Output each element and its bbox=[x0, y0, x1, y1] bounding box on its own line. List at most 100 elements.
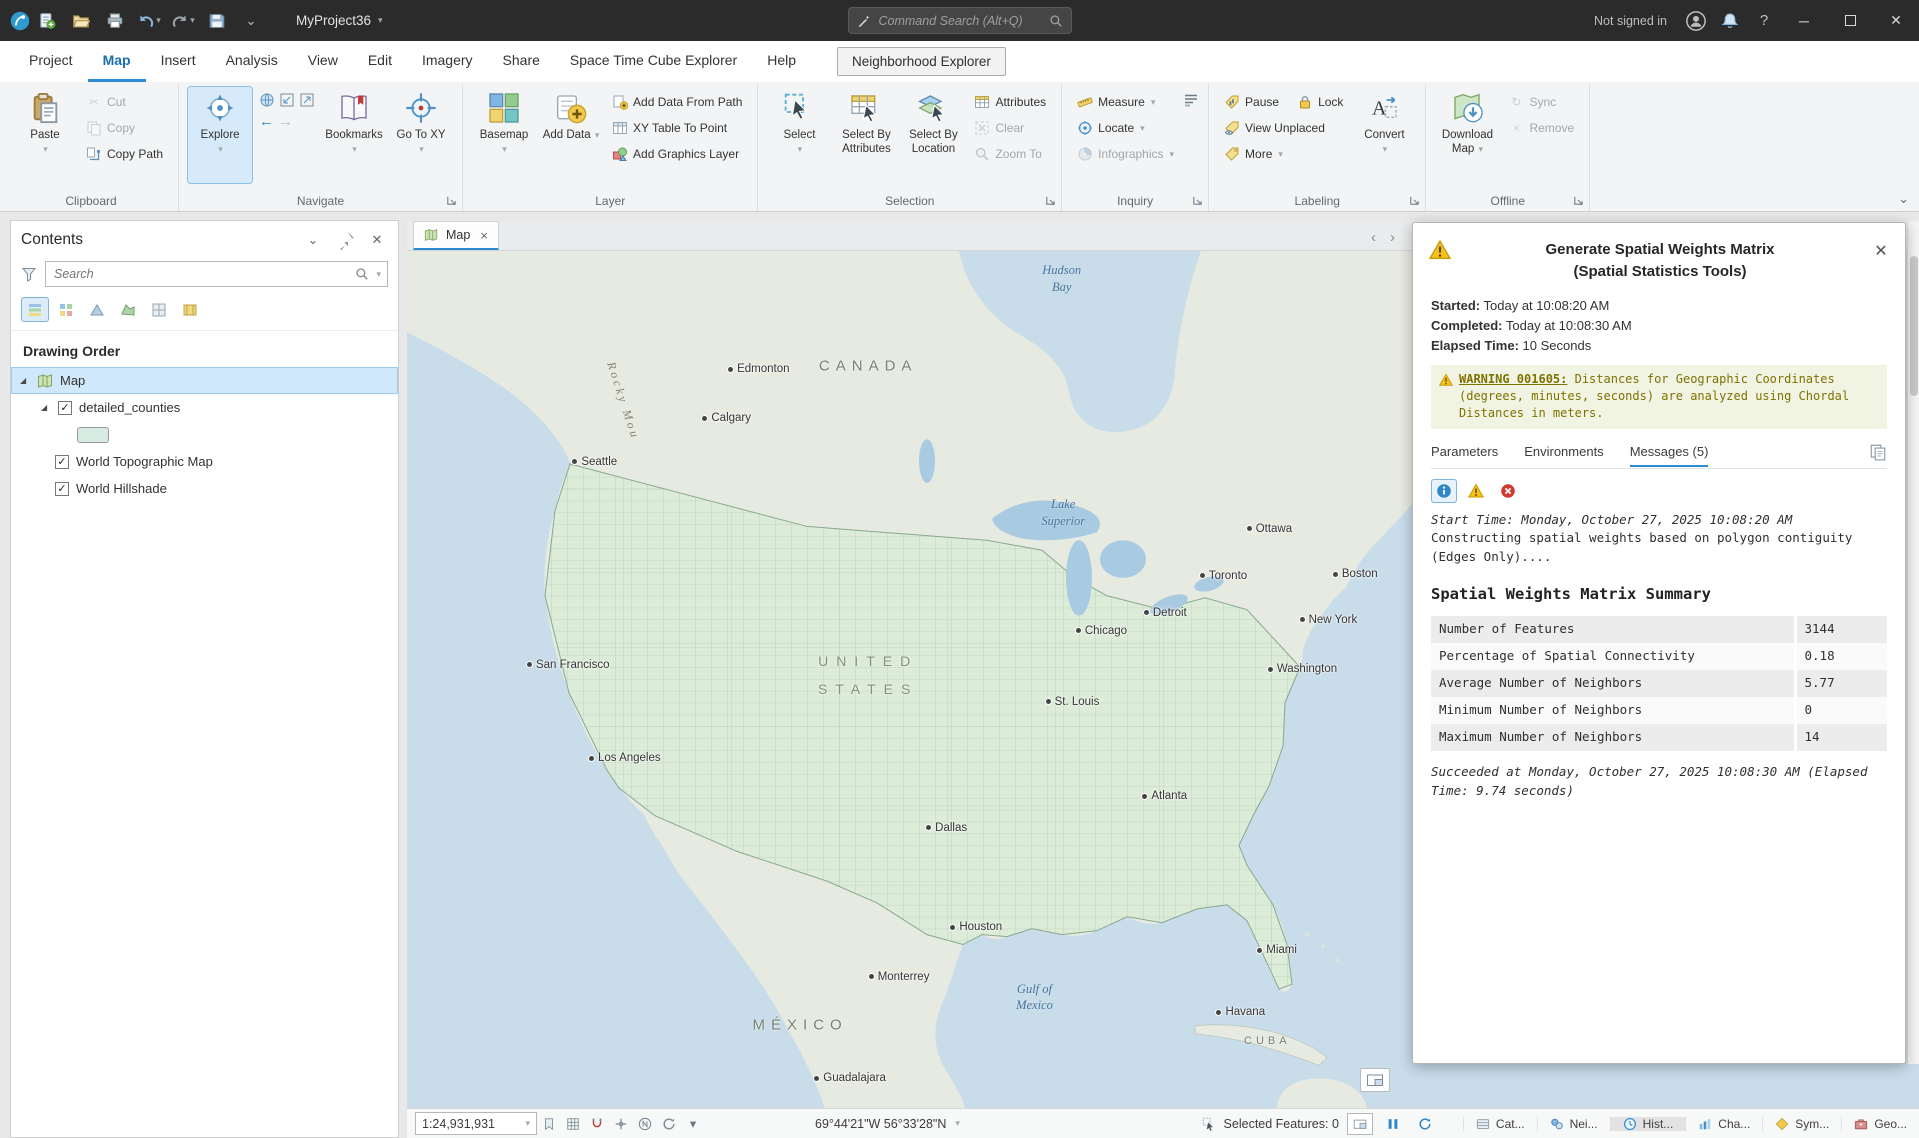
new-map-button[interactable] bbox=[30, 6, 64, 36]
coordinates-readout[interactable]: 69°44'21"W 56°33'28"N ▾ bbox=[815, 1117, 960, 1131]
close-pane-icon[interactable]: ✕ bbox=[366, 229, 388, 251]
sign-in-status[interactable]: Not signed in bbox=[1594, 14, 1667, 28]
view-unplaced-button[interactable]: View Unplaced bbox=[1218, 116, 1349, 140]
layer-visibility-checkbox[interactable]: ✓ bbox=[55, 482, 69, 496]
refresh-view-button[interactable] bbox=[1413, 1112, 1437, 1136]
fixed-zoom-in-icon[interactable] bbox=[299, 92, 315, 108]
copy-messages-icon[interactable] bbox=[1869, 443, 1887, 461]
tab-imagery[interactable]: Imagery bbox=[407, 41, 488, 82]
download-map-button[interactable]: Download Map ▾ bbox=[1435, 87, 1499, 183]
tab-help[interactable]: Help bbox=[752, 41, 811, 82]
pane-tab-history[interactable]: Hist... bbox=[1610, 1117, 1686, 1131]
command-search[interactable] bbox=[848, 7, 1072, 34]
open-project-button[interactable] bbox=[64, 6, 98, 36]
add-data-from-path-button[interactable]: Add Data From Path bbox=[606, 90, 748, 114]
grid-button[interactable] bbox=[561, 1112, 585, 1136]
locate-button[interactable]: Locate▾ bbox=[1071, 116, 1180, 140]
pause-labeling-button[interactable]: Pause bbox=[1218, 90, 1285, 114]
more-labeling-button[interactable]: More▾ bbox=[1218, 142, 1349, 166]
symbol-swatch[interactable] bbox=[77, 427, 109, 443]
add-graphics-layer-button[interactable]: Add Graphics Layer bbox=[606, 142, 748, 166]
notifications-button[interactable] bbox=[1713, 6, 1747, 36]
account-button[interactable] bbox=[1679, 6, 1713, 36]
map-scale-select[interactable]: 1:24,931,931 ▾ bbox=[415, 1112, 537, 1135]
sync-button[interactable]: ↻Sync bbox=[1502, 90, 1580, 114]
help-button[interactable]: ? bbox=[1747, 6, 1781, 36]
list-by-drawing-order-button[interactable] bbox=[21, 297, 49, 322]
pane-tab-symbology[interactable]: Sym... bbox=[1762, 1117, 1841, 1131]
full-extent-icon[interactable] bbox=[259, 92, 275, 108]
expand-icon[interactable]: ◢ bbox=[41, 403, 51, 412]
maximize-button[interactable] bbox=[1827, 0, 1873, 41]
status-more-chevron[interactable]: ▾ bbox=[681, 1112, 705, 1136]
scrollbar-thumb[interactable] bbox=[1910, 256, 1918, 396]
pane-tab-catalog[interactable]: Cat... bbox=[1463, 1117, 1537, 1131]
tab-space-time-cube-explorer[interactable]: Space Time Cube Explorer bbox=[555, 41, 752, 82]
select-by-attributes-button[interactable]: Select By Attributes bbox=[834, 87, 898, 183]
copy-path-button[interactable]: Copy Path bbox=[80, 142, 169, 166]
clear-selection-button[interactable]: Clear bbox=[968, 116, 1052, 140]
contents-search[interactable]: ▾ bbox=[45, 261, 388, 287]
north-arrow-button[interactable] bbox=[633, 1112, 657, 1136]
neighborhood-explorer-button[interactable]: Neighborhood Explorer bbox=[837, 47, 1006, 76]
pane-tab-geoprocessing[interactable]: Geo... bbox=[1841, 1117, 1919, 1131]
inquiry-launcher-icon[interactable] bbox=[1191, 194, 1204, 207]
save-project-button[interactable] bbox=[200, 6, 234, 36]
layer-visibility-checkbox[interactable]: ✓ bbox=[55, 455, 69, 469]
map-overview-button[interactable] bbox=[1360, 1068, 1390, 1092]
list-by-snapping-button[interactable] bbox=[145, 297, 173, 322]
list-by-selection-button[interactable] bbox=[83, 297, 111, 322]
paste-button[interactable]: Paste▾ bbox=[13, 87, 77, 183]
layer-visibility-checkbox[interactable]: ✓ bbox=[58, 401, 72, 415]
warning-filter-button[interactable] bbox=[1463, 479, 1489, 503]
layer-row-detailed-counties[interactable]: ◢ ✓ detailed_counties bbox=[11, 394, 398, 421]
snapping-button[interactable] bbox=[585, 1112, 609, 1136]
infographics-button[interactable]: Infographics▾ bbox=[1071, 142, 1180, 166]
fixed-zoom-out-icon[interactable] bbox=[279, 92, 295, 108]
pane-menu-chevron-icon[interactable]: ⌄ bbox=[302, 229, 324, 251]
tab-map[interactable]: Map bbox=[88, 41, 146, 82]
basemap-button[interactable]: Basemap▾ bbox=[472, 87, 536, 183]
map-view-tab[interactable]: Map × bbox=[413, 221, 499, 250]
list-by-labeling-button[interactable] bbox=[176, 297, 204, 322]
measure-button[interactable]: Measure▾ bbox=[1071, 90, 1180, 114]
selection-launcher-icon[interactable] bbox=[1044, 194, 1057, 207]
labeling-launcher-icon[interactable] bbox=[1408, 194, 1421, 207]
remove-button[interactable]: ×Remove bbox=[1502, 116, 1580, 140]
previous-extent-icon[interactable]: ← bbox=[259, 114, 274, 129]
close-button[interactable]: ✕ bbox=[1873, 0, 1919, 41]
pin-icon[interactable] bbox=[334, 229, 356, 251]
zoom-to-selection-button[interactable]: Zoom To bbox=[968, 142, 1052, 166]
offline-launcher-icon[interactable] bbox=[1572, 194, 1585, 207]
list-by-source-button[interactable] bbox=[52, 297, 80, 322]
tab-edit[interactable]: Edit bbox=[353, 41, 407, 82]
command-search-input[interactable] bbox=[877, 13, 1043, 29]
pane-tab-neighborhood[interactable]: Nei... bbox=[1537, 1117, 1610, 1131]
pane-tab-charts[interactable]: Cha... bbox=[1685, 1117, 1762, 1131]
pane-scrollbar[interactable] bbox=[1907, 222, 1919, 1064]
select-by-location-button[interactable]: Select By Location bbox=[901, 87, 965, 183]
new-bookmark-button[interactable] bbox=[537, 1112, 561, 1136]
layer-row-map[interactable]: ◢ Map bbox=[11, 367, 398, 394]
navigate-launcher-icon[interactable] bbox=[445, 194, 458, 207]
minimize-button[interactable]: ─ bbox=[1781, 0, 1827, 41]
filter-icon[interactable] bbox=[21, 266, 37, 282]
convert-labels-button[interactable]: A Convert▾ bbox=[1352, 87, 1416, 183]
close-map-tab-icon[interactable]: × bbox=[480, 228, 488, 243]
layer-row-hillshade[interactable]: ✓ World Hillshade bbox=[11, 475, 398, 502]
scroll-tabs-right-icon[interactable]: › bbox=[1390, 229, 1395, 246]
redo-button[interactable]: ▾ bbox=[166, 6, 200, 36]
expand-icon[interactable]: ◢ bbox=[20, 376, 30, 385]
select-button[interactable]: Select▾ bbox=[767, 87, 831, 183]
tab-analysis[interactable]: Analysis bbox=[211, 41, 293, 82]
explore-button[interactable]: Explore▾ bbox=[188, 87, 252, 183]
tab-messages[interactable]: Messages (5) bbox=[1630, 444, 1709, 459]
cut-button[interactable]: ✂Cut bbox=[80, 90, 169, 114]
customize-quick-access-button[interactable]: ⌄ bbox=[234, 6, 268, 36]
list-by-editing-button[interactable] bbox=[114, 297, 142, 322]
tab-insert[interactable]: Insert bbox=[146, 41, 211, 82]
recent-tools-icon[interactable] bbox=[1183, 92, 1199, 108]
layer-row-topographic[interactable]: ✓ World Topographic Map bbox=[11, 448, 398, 475]
collapse-ribbon-icon[interactable]: ⌄ bbox=[1898, 191, 1909, 207]
tab-project[interactable]: Project bbox=[14, 41, 88, 82]
